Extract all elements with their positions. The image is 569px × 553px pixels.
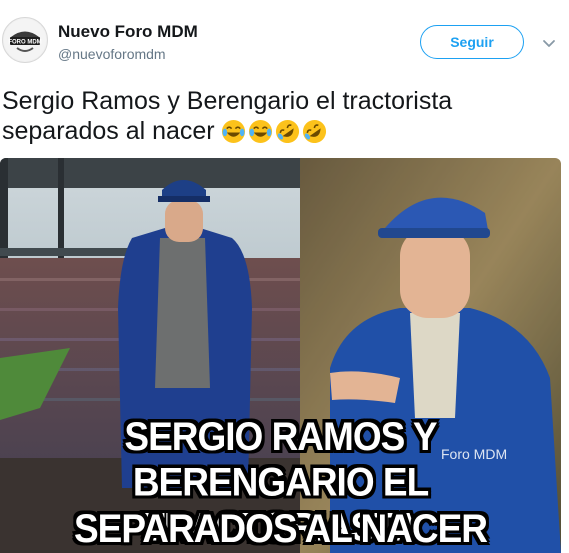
joy-emoji-icon bbox=[248, 119, 272, 144]
avatar[interactable]: FORO MDM bbox=[2, 17, 48, 63]
chevron-down-icon[interactable] bbox=[539, 34, 559, 54]
avatar-logo-text: FORO MDM bbox=[8, 40, 41, 46]
foro-mdm-logo-icon: FORO MDM bbox=[4, 19, 46, 61]
tweet-text-line2-wrap: separados al nacer bbox=[2, 116, 562, 146]
user-handle[interactable]: @nuevoforomdm bbox=[58, 46, 166, 62]
meme-caption-line3: SEPARADOS AL NACER bbox=[73, 506, 488, 551]
follow-button[interactable]: Seguir bbox=[420, 25, 524, 59]
rofl-emoji-icon bbox=[302, 119, 326, 144]
rofl-emoji-icon bbox=[275, 119, 299, 144]
emoji-row bbox=[221, 119, 327, 144]
meme-caption-line1: SERGIO RAMOS Y bbox=[124, 414, 437, 459]
tweet-media-image[interactable]: Foro MDM SERGIO RAMOS Y BERENGARIO EL TR… bbox=[0, 158, 561, 553]
display-name[interactable]: Nuevo Foro MDM bbox=[58, 22, 198, 42]
tweet-text: Sergio Ramos y Berengario el tractorista… bbox=[2, 86, 562, 146]
joy-emoji-icon bbox=[221, 119, 245, 144]
tweet-header: FORO MDM Nuevo Foro MDM @nuevoforomdm Se… bbox=[0, 0, 569, 80]
tweet-text-line1: Sergio Ramos y Berengario el tractorista bbox=[2, 87, 453, 115]
tweet-text-line2: separados al nacer bbox=[2, 117, 215, 145]
